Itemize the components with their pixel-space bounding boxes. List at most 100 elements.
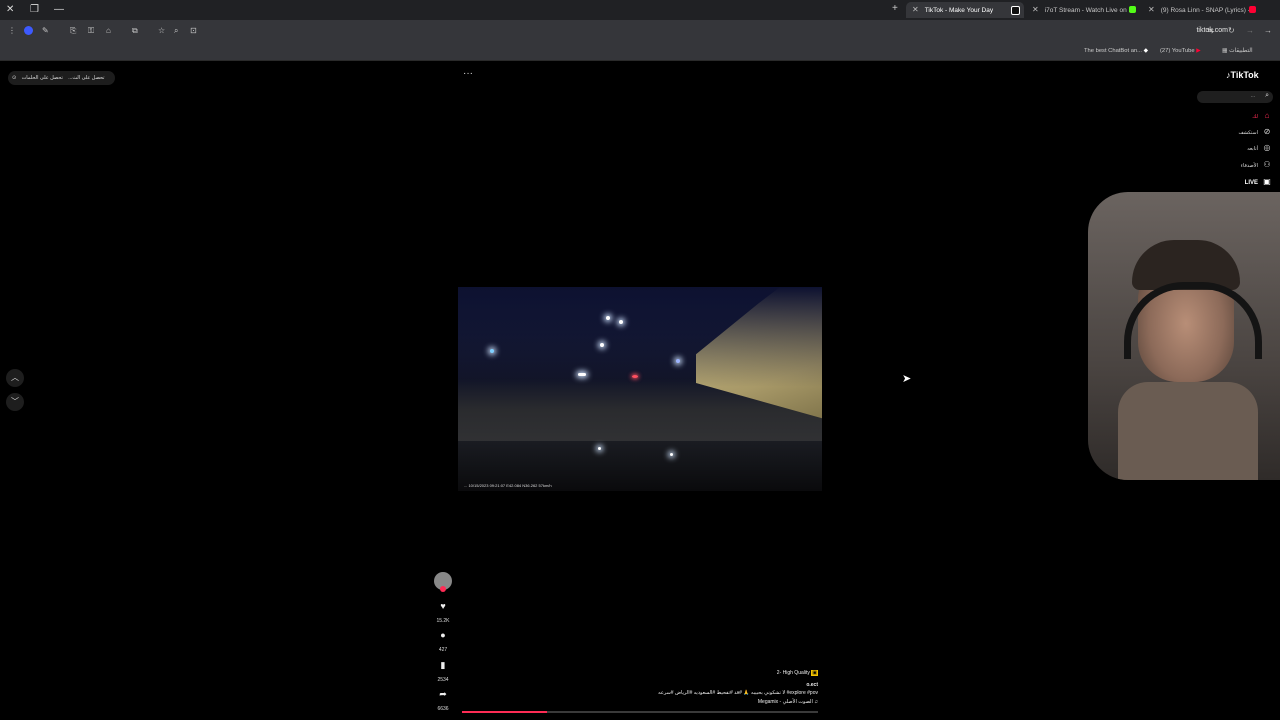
street-light: [490, 349, 494, 353]
tab-youtube[interactable]: ✕ (9) Rosa Linn - SNAP (Lyrics) -: [1142, 2, 1260, 18]
sound-link[interactable]: Megamix - الصوت الأصلي ♫: [758, 699, 818, 705]
nav-label: الأصدقاء: [1240, 163, 1258, 169]
extensions-puzzle-icon[interactable]: ⧉: [132, 25, 138, 37]
bookmarks-bar: The best ChatBot an... ◆ (27) YouTube ▶ …: [0, 42, 1280, 61]
chevron-down-icon: ﹀: [11, 397, 19, 406]
nav-live[interactable]: LIVE ▣: [1245, 177, 1272, 188]
close-tab-icon[interactable]: ✕: [1032, 5, 1039, 14]
chevron-up-icon: ︿: [11, 373, 19, 382]
menu-icon[interactable]: ⋮: [8, 25, 16, 37]
bookmark-apps[interactable]: ▦ التطبيقات: [1222, 45, 1253, 57]
youtube-favicon-icon: [1249, 6, 1256, 13]
like-count: 15.2K: [436, 618, 450, 624]
back-icon[interactable]: →: [1264, 25, 1272, 37]
explore-icon: ⊘: [1263, 127, 1271, 136]
nav-explore[interactable]: استكشف ⊘: [1239, 127, 1273, 138]
apps-grid-icon: ▦: [1222, 48, 1228, 54]
bookmark-label: التطبيقات: [1229, 48, 1253, 54]
pill-get-app[interactable]: تحصل على الحلمات: [22, 75, 63, 81]
extension-icon[interactable]: ✎: [42, 25, 49, 37]
dash-reflection: [670, 453, 673, 456]
save-count: 2534: [437, 677, 449, 683]
dash-reflection: [598, 447, 601, 450]
download-icon[interactable]: ⊙: [12, 75, 16, 81]
site-settings-icon[interactable]: ⇆: [1207, 25, 1214, 37]
street-light: [619, 320, 623, 324]
nav-friends[interactable]: الأصدقاء ⚇: [1241, 160, 1272, 171]
previous-video-button[interactable]: ︿: [6, 369, 24, 387]
car-light: [578, 373, 586, 376]
webcam-shirt: [1118, 382, 1258, 480]
bookmark-label: (27) YouTube: [1160, 48, 1195, 54]
nav-following[interactable]: أتابعه ◎: [1247, 143, 1272, 154]
follow-button[interactable]: [440, 586, 446, 592]
webcam-overlay: [1088, 192, 1280, 480]
nav-for-you[interactable]: لك ⌂: [1252, 111, 1272, 122]
video-sky: [458, 287, 822, 387]
dashcam-timestamp: ... 10/15/2023 09:21:07 E42.084 N36.262 …: [464, 483, 552, 488]
tab-title: (9) Rosa Linn - SNAP (Lyrics) -: [1160, 7, 1250, 14]
minimize-window-icon[interactable]: —: [54, 3, 64, 17]
pill-get-coins[interactable]: تحصل على الث...: [68, 75, 104, 81]
share-icon[interactable]: ➦: [436, 689, 450, 700]
top-pills: ⊙ تحصل على الث... تحصل على الحلمات: [8, 71, 115, 85]
lock-icon[interactable]: ⌂: [106, 25, 111, 37]
reload-icon[interactable]: ↻: [1228, 25, 1235, 37]
next-video-button[interactable]: ﹀: [6, 393, 24, 411]
quality-icon: ▣: [811, 670, 818, 676]
bookmark-star-icon[interactable]: ☆: [158, 25, 165, 37]
tiktok-logo[interactable]: ♪TikTok: [1226, 70, 1259, 80]
zoom-icon[interactable]: ⌕: [174, 25, 178, 37]
new-tab-icon[interactable]: +: [892, 3, 898, 14]
bookmark-chatbot[interactable]: The best ChatBot an... ◆: [1084, 45, 1148, 57]
video-caption: لا تشكوني بحبيبه 🙏 #قد #تفحيط #السعوديه …: [658, 690, 818, 696]
share-count: 6636: [437, 706, 449, 712]
translate-icon[interactable]: ⎘: [70, 25, 76, 37]
car-light: [632, 375, 638, 378]
bookmark-youtube[interactable]: (27) YouTube ▶: [1160, 45, 1201, 57]
nav-label: استكشف: [1238, 130, 1259, 136]
street-light: [600, 343, 604, 347]
profile-avatar[interactable]: [24, 26, 33, 35]
bookmark-label: The best ChatBot an...: [1084, 48, 1143, 54]
tab-title: i7oT Stream - Watch Live on Ki: [1044, 7, 1135, 14]
search-input[interactable]: ... ⌕: [1197, 91, 1273, 103]
tab-title: TikTok - Make Your Day: [924, 7, 994, 14]
music-note-icon: ♫: [814, 699, 818, 705]
sound-label: Megamix - الصوت الأصلي: [757, 699, 813, 705]
close-tab-icon[interactable]: ✕: [912, 5, 919, 14]
kick-favicon-icon: [1129, 6, 1136, 13]
password-key-icon[interactable]: ⚿: [88, 25, 94, 37]
live-icon: ▣: [1263, 177, 1271, 186]
forward-icon[interactable]: →: [1246, 25, 1254, 37]
author-name[interactable]: o.ect: [806, 682, 818, 688]
nav-label: أتابعه: [1247, 146, 1258, 152]
like-icon[interactable]: ♥: [436, 601, 450, 611]
quality-label: 2- High Quality: [776, 670, 810, 676]
nav-label: LIVE: [1244, 180, 1258, 186]
search-placeholder: ...: [1250, 93, 1255, 99]
install-app-icon[interactable]: ⊡: [190, 25, 197, 37]
tab-bar: ✕ ❐ — + ✕ TikTok - Make Your Day ✕ i7oT St…: [0, 0, 1280, 20]
mouse-cursor-icon: ➤: [902, 373, 912, 385]
street-light: [606, 316, 610, 320]
tab-kick[interactable]: ✕ i7oT Stream - Watch Live on Ki: [1026, 2, 1140, 18]
youtube-icon: ▶: [1196, 48, 1201, 54]
comment-icon[interactable]: ●: [436, 630, 450, 640]
quality-badge[interactable]: 2- High Quality ▣: [777, 670, 818, 676]
close-window-icon[interactable]: ✕: [6, 3, 14, 17]
street-light: [676, 359, 680, 363]
tab-tiktok[interactable]: ✕ TikTok - Make Your Day: [906, 2, 1024, 18]
more-options-icon[interactable]: ···: [463, 68, 473, 79]
video-player[interactable]: ... 10/15/2023 09:21:07 E42.084 N36.262 …: [458, 287, 822, 491]
video-progress-bar[interactable]: [462, 711, 818, 713]
progress-fill: [462, 711, 548, 713]
close-tab-icon[interactable]: ✕: [1148, 5, 1155, 14]
bookmark-icon[interactable]: ▮: [436, 660, 450, 671]
restore-window-icon[interactable]: ❐: [30, 3, 39, 17]
chatbot-icon: ◆: [1143, 48, 1149, 54]
search-icon[interactable]: ⌕: [1265, 92, 1269, 100]
comment-count: 427: [438, 647, 448, 653]
friends-icon: ⚇: [1263, 160, 1271, 169]
tiktok-favicon-icon: [1011, 6, 1020, 15]
